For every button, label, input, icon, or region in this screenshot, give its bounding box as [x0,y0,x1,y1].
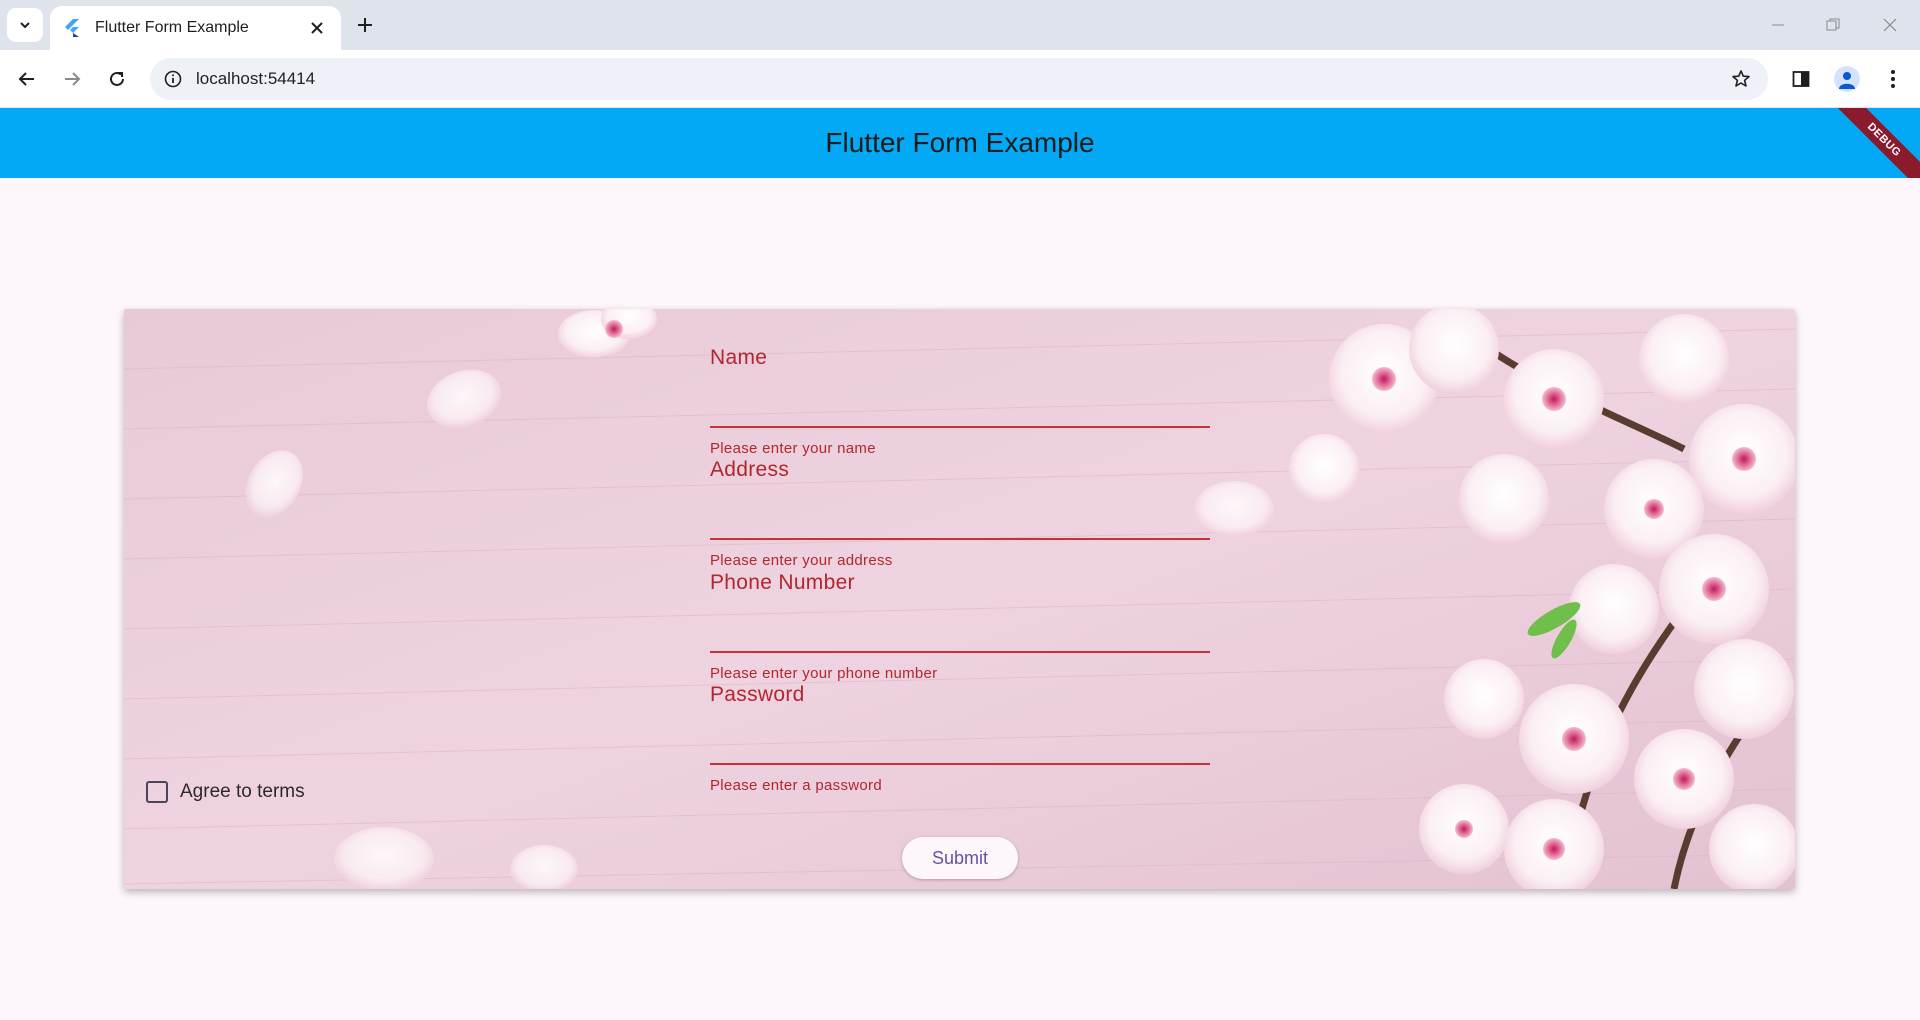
address-bar[interactable]: localhost:54414 [150,58,1768,100]
tab-search-button[interactable] [7,8,43,42]
chevron-down-icon [20,22,30,29]
close-icon[interactable] [307,18,327,38]
more-vertical-icon [1891,70,1895,88]
phone-number-field-label: Phone Number [710,571,855,594]
restore-button[interactable] [1815,10,1851,40]
side-panel-icon [1792,71,1810,87]
agree-to-terms[interactable]: Agree to terms [146,781,305,803]
name-field-error: Please enter your name [710,440,876,457]
form-card: Name Please enter your name Address Plea… [124,309,1795,889]
back-button[interactable] [10,62,44,96]
plus-icon [358,18,372,32]
phone-number-field-error: Please enter your phone number [710,665,938,682]
address-field-underline [710,538,1210,540]
avatar [1834,66,1860,92]
bookmark-star-icon[interactable] [1728,66,1754,92]
reload-icon [110,71,124,86]
menu-button[interactable] [1876,62,1910,96]
debug-banner: DEBUG [1827,108,1920,178]
phone-number-field-underline [710,651,1210,653]
new-tab-button[interactable] [350,10,380,40]
address-field-label: Address [710,458,790,481]
flutter-icon [64,19,82,37]
app-bar: Flutter Form Example DEBUG [0,108,1920,178]
window-close-button[interactable] [1872,10,1908,40]
cherry-blossom-background [124,309,1795,889]
arrow-left-icon [18,72,34,86]
address-field-error: Please enter your address [710,552,893,569]
forward-button[interactable] [55,62,89,96]
page-title: Flutter Form Example [825,127,1095,158]
close-icon [1883,18,1897,32]
browser-tabstrip: Flutter Form Example [0,0,1920,50]
submit-button[interactable]: Submit [902,837,1018,879]
password-field-error: Please enter a password [710,777,882,794]
password-field-underline [710,763,1210,765]
person-icon [1839,72,1855,89]
minimize-button[interactable] [1760,10,1796,40]
name-field-underline [710,426,1210,428]
url-text[interactable]: localhost:54414 [196,69,315,89]
site-info-icon[interactable] [160,66,186,92]
agree-checkbox[interactable] [146,781,168,803]
restore-icon [1826,18,1840,31]
arrow-right-icon [65,72,81,86]
agree-label: Agree to terms [180,781,305,802]
side-panel-button[interactable] [1784,62,1818,96]
reload-button[interactable] [100,62,134,96]
password-field-label: Password [710,683,805,706]
minimize-icon [1772,24,1784,26]
name-field-label: Name [710,346,768,369]
tab-title: Flutter Form Example [95,19,249,36]
browser-tab[interactable]: Flutter Form Example [50,6,341,50]
browser-toolbar: localhost:54414 [0,50,1920,108]
profile-button[interactable] [1830,62,1864,96]
